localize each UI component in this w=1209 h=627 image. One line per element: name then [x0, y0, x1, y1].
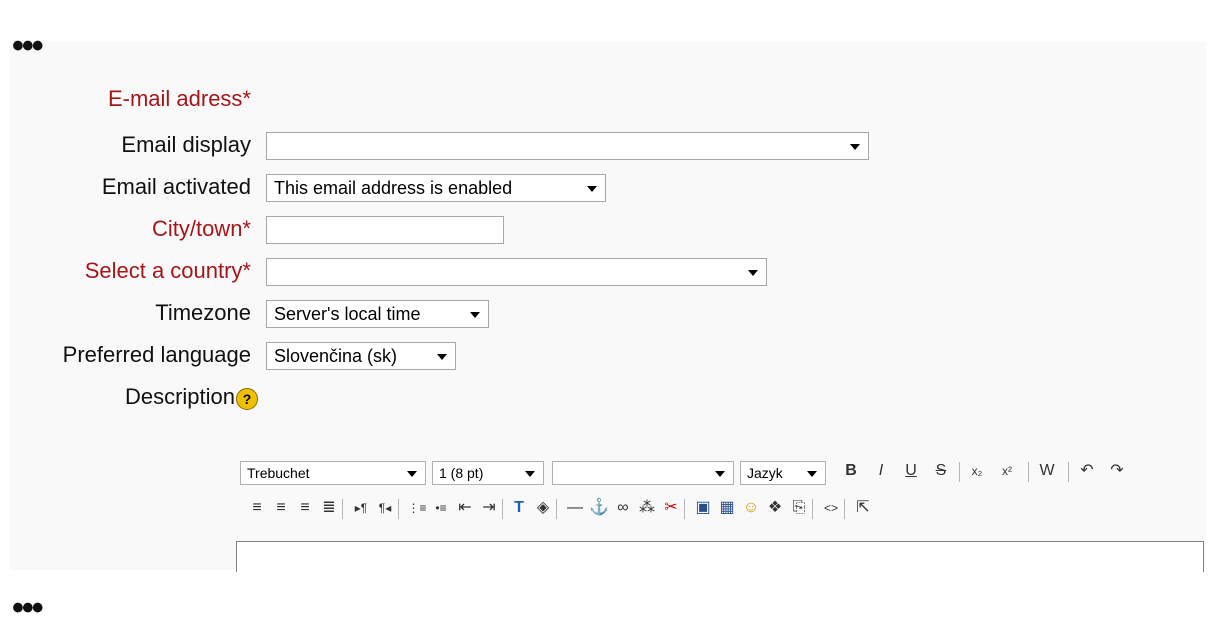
toolbar-separator [844, 499, 845, 519]
chevron-down-icon [587, 186, 597, 192]
language-select[interactable]: Slovenčina (sk) [266, 342, 456, 370]
ltr-icon[interactable]: ▸¶ [350, 497, 372, 519]
justify-icon[interactable]: ≣ [318, 497, 340, 519]
image-icon[interactable]: ▣ [692, 497, 714, 519]
ellipsis-top: ••• [12, 27, 44, 65]
language-dropdown[interactable]: Jazyk [740, 461, 826, 485]
toolbar-separator [502, 499, 503, 519]
email-display-select[interactable] [266, 132, 869, 160]
chevron-down-icon [470, 312, 480, 318]
smiley-icon[interactable]: ☺ [740, 497, 762, 519]
editor-text-area[interactable] [236, 541, 1204, 572]
search-replace-icon[interactable]: ⎘ [788, 497, 810, 519]
style-select[interactable] [552, 461, 734, 485]
country-label: Select a country* [84, 258, 251, 283]
toolbar-separator [556, 499, 557, 519]
chevron-down-icon [748, 270, 758, 276]
undo-icon[interactable]: ↶ [1076, 460, 1098, 482]
size-select[interactable]: 1 (8 pt) [432, 461, 544, 485]
city-input[interactable] [266, 216, 504, 244]
chevron-down-icon [715, 471, 725, 477]
toolbar-separator [1068, 462, 1069, 482]
spellcheck-icon[interactable]: ❖ [764, 497, 786, 519]
row-country: Select a country* [0, 254, 1209, 286]
subscript-icon[interactable]: x₂ [966, 460, 988, 482]
row-email-activated: Email activated This email address is en… [0, 170, 1209, 202]
unordered-list-icon[interactable]: •≡ [430, 497, 452, 519]
rtl-icon[interactable]: ¶◂ [374, 497, 396, 519]
toolbar-separator [1028, 462, 1029, 482]
email-display-label: Email display [121, 132, 251, 157]
row-description: Description ? [0, 380, 1209, 410]
table-icon[interactable]: ▦ [716, 497, 738, 519]
text-color-icon[interactable]: T [508, 497, 530, 519]
italic-icon[interactable]: I [870, 460, 892, 482]
fullscreen-icon[interactable]: ⇱ [852, 497, 874, 519]
indent-icon[interactable]: ⇥ [478, 497, 500, 519]
superscript-icon[interactable]: x² [996, 460, 1018, 482]
font-select[interactable]: Trebuchet [240, 461, 426, 485]
link-icon[interactable]: ∞ [612, 497, 634, 519]
chevron-down-icon [407, 471, 417, 477]
editor-toolbar-row2: ≡ ≡ ≡ ≣ ▸¶ ¶◂ ⋮≡ •≡ ⇤ ⇥ T ◈ — ⚓ ∞ ⁂ ✂ ▣ ▦ ☺ ❖ ⎘ <> ⇱ [240, 497, 1200, 523]
ordered-list-icon[interactable]: ⋮≡ [406, 497, 428, 519]
align-center-icon[interactable]: ≡ [270, 497, 292, 519]
toolbar-separator [812, 499, 813, 519]
html-source-icon[interactable]: <> [820, 497, 842, 519]
row-email: E-mail adress* [0, 82, 1209, 112]
email-label: E-mail adress* [107, 86, 251, 111]
timezone-select[interactable]: Server's local time [266, 300, 489, 328]
toolbar-separator [342, 499, 343, 519]
html-editor: Trebuchet 1 (8 pt) Jazyk B I U Sx₂ x² W ↶ ↷ ≡ ≡ ≡… [236, 455, 1204, 572]
align-right-icon[interactable]: ≡ [294, 497, 316, 519]
help-icon[interactable]: ? [236, 388, 258, 410]
chevron-down-icon [525, 471, 535, 477]
country-select[interactable] [266, 258, 767, 286]
paste-word-icon[interactable]: W [1036, 460, 1058, 482]
toolbar-separator [959, 462, 960, 482]
redo-icon[interactable]: ↷ [1106, 460, 1128, 482]
city-label: City/town* [151, 216, 251, 241]
chevron-down-icon [850, 144, 860, 150]
background-color-icon[interactable]: ◈ [532, 497, 554, 519]
ellipsis-bottom: ••• [12, 589, 44, 627]
toolbar-separator [398, 499, 399, 519]
bold-icon[interactable]: B [840, 460, 862, 482]
email-activated-select[interactable]: This email address is enabled [266, 174, 606, 202]
row-city: City/town* [0, 212, 1209, 244]
anchor-icon[interactable]: ⚓ [588, 497, 610, 519]
toolbar-separator [684, 499, 685, 519]
timezone-label: Timezone [155, 300, 251, 325]
align-left-icon[interactable]: ≡ [246, 497, 268, 519]
outdent-icon[interactable]: ⇤ [454, 497, 476, 519]
horizontal-rule-icon[interactable]: — [564, 497, 586, 519]
chevron-down-icon [807, 471, 817, 477]
editor-toolbar-row1: Trebuchet 1 (8 pt) Jazyk B I U Sx₂ x² W ↶ ↷ [240, 458, 1200, 485]
language-label: Preferred language [62, 342, 251, 367]
row-email-display: Email display [0, 128, 1209, 160]
strikethrough-icon[interactable]: S [930, 460, 952, 482]
chevron-down-icon [437, 354, 447, 360]
unlink-icon[interactable]: ⁂ [636, 497, 658, 519]
email-activated-label: Email activated [101, 174, 251, 199]
underline-icon[interactable]: U [900, 460, 922, 482]
row-language: Preferred language Slovenčina (sk) [0, 338, 1209, 370]
description-label: Description [124, 384, 235, 409]
row-timezone: Timezone Server's local time [0, 296, 1209, 328]
nolink-icon[interactable]: ✂ [660, 497, 682, 519]
